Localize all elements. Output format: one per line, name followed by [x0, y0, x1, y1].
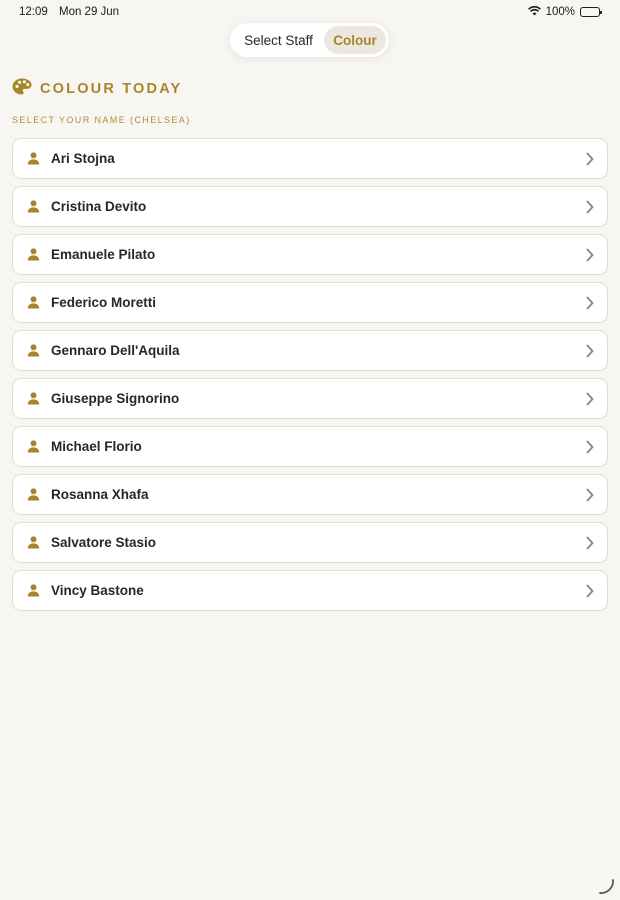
chevron-right-icon — [585, 488, 595, 502]
chevron-right-icon — [585, 440, 595, 454]
person-icon — [27, 248, 40, 261]
status-right: 100% — [527, 5, 602, 19]
wifi-icon — [527, 5, 541, 19]
staff-list: Ari Stojna Cristina Devito Emanuele Pilato… — [12, 138, 608, 618]
staff-row[interactable]: Ari Stojna — [12, 138, 608, 179]
chevron-right-icon — [585, 536, 595, 550]
staff-name: Rosanna Xhafa — [51, 487, 149, 502]
staff-name: Michael Florio — [51, 439, 142, 454]
status-left: 12:09 Mon 29 Jun — [19, 6, 119, 18]
staff-row[interactable]: Michael Florio — [12, 426, 608, 467]
palette-icon — [12, 78, 32, 100]
staff-name: Federico Moretti — [51, 295, 157, 310]
chevron-right-icon — [585, 248, 595, 262]
section-heading: COLOUR TODAY — [12, 78, 182, 100]
staff-name: Giuseppe Signorino — [51, 391, 180, 406]
chevron-right-icon — [585, 200, 595, 214]
person-icon — [27, 344, 40, 357]
status-bar: 12:09 Mon 29 Jun 100% — [0, 0, 620, 24]
person-icon — [27, 152, 40, 165]
person-icon — [27, 440, 40, 453]
person-icon — [27, 392, 40, 405]
chevron-right-icon — [585, 344, 595, 358]
person-icon — [27, 200, 40, 213]
staff-name: Emanuele Pilato — [51, 247, 156, 262]
view-segmented-control: Select Staff Colour — [230, 23, 389, 57]
staff-row[interactable]: Vincy Bastone — [12, 570, 608, 611]
staff-row[interactable]: Gennaro Dell'Aquila — [12, 330, 608, 371]
loading-spinner-icon — [597, 877, 615, 895]
staff-row[interactable]: Rosanna Xhafa — [12, 474, 608, 515]
staff-name: Ari Stojna — [51, 151, 115, 166]
status-date: Mon 29 Jun — [58, 6, 120, 18]
staff-row[interactable]: Federico Moretti — [12, 282, 608, 323]
chevron-right-icon — [585, 392, 595, 406]
staff-name: Cristina Devito — [51, 199, 147, 214]
staff-row[interactable]: Salvatore Stasio — [12, 522, 608, 563]
staff-name: Gennaro Dell'Aquila — [51, 343, 180, 358]
page-title: COLOUR TODAY — [40, 81, 183, 97]
staff-name: Salvatore Stasio — [51, 535, 157, 550]
segment-colour[interactable]: Colour — [324, 26, 386, 54]
battery-percent: 100% — [545, 6, 575, 18]
segment-select-staff[interactable]: Select Staff — [233, 26, 324, 54]
staff-row[interactable]: Emanuele Pilato — [12, 234, 608, 275]
chevron-right-icon — [585, 152, 595, 166]
person-icon — [27, 296, 40, 309]
status-time: 12:09 — [19, 6, 48, 18]
chevron-right-icon — [585, 584, 595, 598]
staff-row[interactable]: Giuseppe Signorino — [12, 378, 608, 419]
chevron-right-icon — [585, 296, 595, 310]
battery-icon — [580, 7, 602, 17]
staff-name: Vincy Bastone — [51, 583, 144, 598]
section-subtitle: SELECT YOUR NAME (CHELSEA) — [12, 115, 191, 125]
person-icon — [27, 584, 40, 597]
person-icon — [27, 488, 40, 501]
person-icon — [27, 536, 40, 549]
staff-row[interactable]: Cristina Devito — [12, 186, 608, 227]
